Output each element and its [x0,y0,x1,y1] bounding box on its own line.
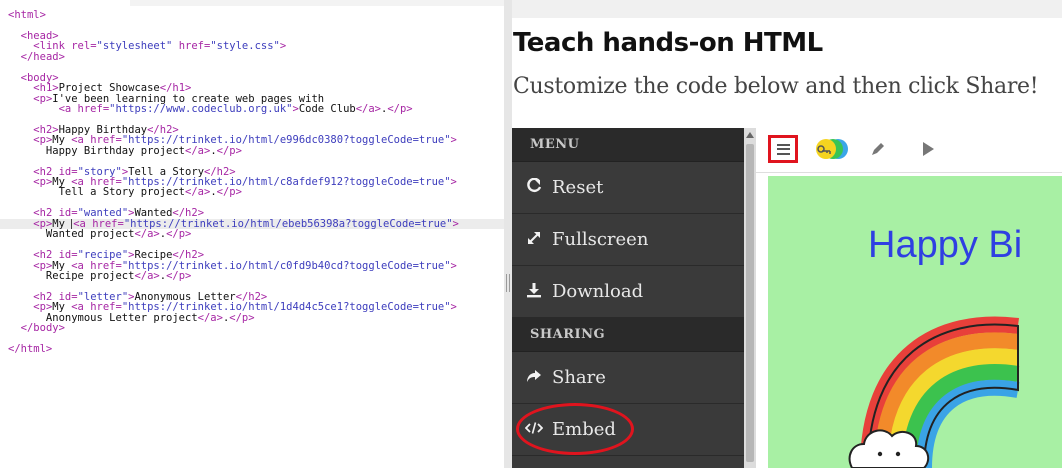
page-top-bar [512,0,1062,18]
code-token: > [279,40,287,53]
code-line[interactable]: <link rel="stylesheet" href="style.css"> [0,40,504,53]
code-line[interactable]: Wanted project</a>.</p> [0,228,504,241]
fullscreen-label: Fullscreen [552,229,649,250]
code-lines[interactable]: <html> <head> <link rel="stylesheet" hre… [0,10,504,354]
code-token: > [450,134,457,147]
code-token: "https://www.codeclub.org.uk" [109,102,293,115]
sharing-heading: SHARING [512,318,744,352]
code-token: "style.css" [210,40,280,53]
rainbow-cloud-illustration [848,316,1020,468]
code-line[interactable]: Happy Birthday project</a>.</p> [0,144,504,157]
code-line[interactable]: <a href="https://www.codeclub.org.uk">Co… [0,102,504,115]
code-editor[interactable]: <html> <head> <link rel="stylesheet" hre… [0,0,504,468]
code-token: "stylesheet" [96,40,173,53]
code-token: </a> [185,186,211,199]
code-token: Wanted project [8,228,135,241]
share-button[interactable]: Share [512,352,744,404]
refresh-icon [524,177,544,198]
code-line[interactable]: Tell a Story project</a>.</p> [0,186,504,199]
code-token: </p> [229,311,255,324]
code-token: </head> [20,50,65,63]
code-token: > [450,301,457,314]
expand-icon [524,230,544,250]
code-token: </html> [8,343,53,355]
toggle-code-icon [816,139,848,159]
share-label: Share [552,367,606,388]
code-line[interactable]: </head> [0,50,504,63]
embed-label: Embed [552,419,616,440]
download-label: Download [552,281,644,302]
code-token: </a> [197,311,223,324]
splitter-grip[interactable] [506,274,510,292]
code-line[interactable]: </html> [0,343,504,355]
code-line[interactable] [0,62,504,72]
code-token: </a> [185,144,211,157]
reset-button[interactable]: Reset [512,162,744,214]
trinket-menu: MENU Reset Fullscreen Download SHARING S… [512,128,744,468]
editor-top-border [130,0,504,6]
reset-label: Reset [552,177,604,198]
code-token: </a> [355,102,382,115]
embed-button[interactable]: Embed [512,404,744,456]
code-line[interactable] [0,20,504,30]
preview-page: Teach hands-on HTML Customize the code b… [512,0,1062,468]
scrollbar-thumb[interactable] [746,144,754,462]
code-token: </p> [216,144,242,157]
menu-scrollbar[interactable] [744,128,756,468]
pane-splitter[interactable] [504,0,512,468]
code-token: </p> [166,228,192,241]
code-token: </p> [216,186,242,199]
code-token: <a href= [58,102,110,115]
trinket-embed: Happy Bi [756,128,1062,468]
code-token: Code Club [298,102,356,115]
pencil-icon [872,143,884,155]
share-arrow-icon [524,368,544,388]
run-button[interactable] [916,135,940,163]
page-title: Teach hands-on HTML [513,28,823,58]
view-toggle-button[interactable] [812,135,852,163]
code-token: </p> [166,269,192,282]
play-icon [923,142,934,156]
menu-heading: MENU [512,128,744,162]
edit-button[interactable] [866,135,890,163]
code-token: </body> [20,322,65,335]
download-button[interactable]: Download [512,266,744,318]
code-line[interactable]: Recipe project</a>.</p> [0,269,504,282]
page-subtitle: Customize the code below and then click … [513,74,1039,99]
code-token: Recipe project [8,269,135,282]
hamburger-icon [776,143,790,155]
code-icon [524,420,544,439]
code-line[interactable]: </body> [0,322,504,335]
fullscreen-button[interactable]: Fullscreen [512,214,744,266]
code-line[interactable]: <html> [0,10,504,21]
code-token: </a> [134,269,160,282]
code-token: > [450,259,457,272]
code-token: </a> [134,228,160,241]
scroll-up-icon[interactable] [746,132,754,138]
trinket-toolbar [756,128,1062,173]
code-token: > [450,176,457,188]
code-token: Happy Birthday project [8,144,186,157]
download-icon [524,282,544,302]
code-token: > [452,217,459,230]
code-token: href= [172,40,211,53]
trinket-output: Happy Bi [768,176,1062,468]
code-line[interactable]: Anonymous Letter project</a>.</p> [0,311,504,324]
code-token: </p> [387,102,413,115]
code-line[interactable] [0,334,504,344]
menu-toggle-button[interactable] [768,135,798,163]
code-token: Tell a Story project [8,186,186,199]
